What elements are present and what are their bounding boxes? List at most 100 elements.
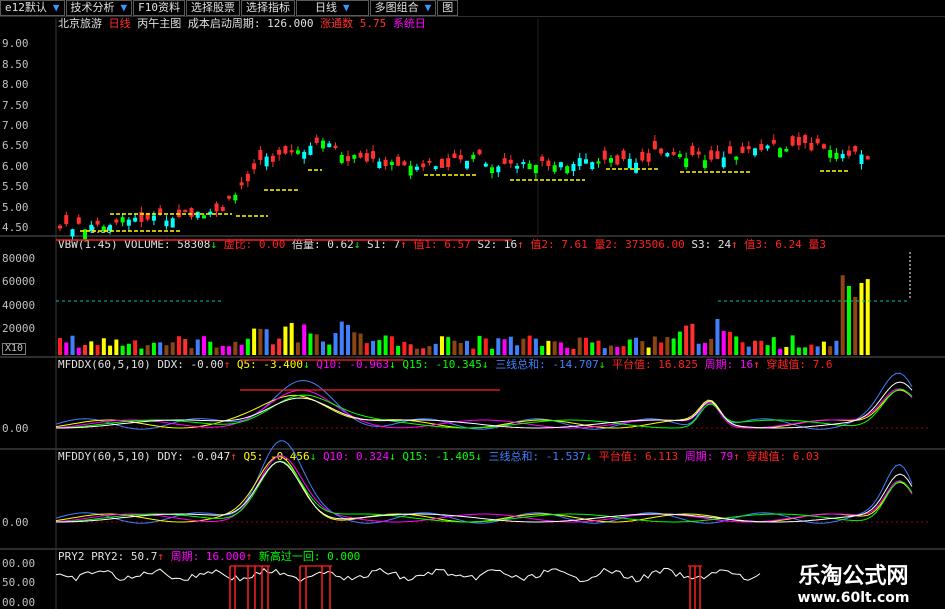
volume-bar <box>364 343 369 355</box>
candle-body <box>527 163 532 170</box>
volume-bar <box>302 324 307 355</box>
volume-bar <box>646 347 651 355</box>
indicator-line <box>55 455 913 523</box>
volume-bar <box>414 348 419 355</box>
candle-body <box>402 161 407 166</box>
volume-bar <box>652 336 657 355</box>
candle-body <box>70 229 75 237</box>
candle-body <box>195 211 200 218</box>
candle-body <box>784 148 789 152</box>
candle-body <box>665 153 670 157</box>
volume-bar <box>145 345 150 355</box>
volume-bar <box>64 342 69 355</box>
candle-body <box>652 140 657 150</box>
candle-body <box>865 156 870 160</box>
candle-body <box>615 155 620 165</box>
candle-body <box>853 146 858 152</box>
candle-body <box>452 153 457 158</box>
volume-bar <box>821 341 826 355</box>
candle-body <box>502 158 507 164</box>
candle-body <box>227 196 232 199</box>
candle-body <box>846 150 851 156</box>
volume-bar <box>377 340 382 355</box>
volume-bar <box>552 341 557 355</box>
volume-bar <box>684 325 689 355</box>
volume-bar <box>596 340 601 355</box>
candle-body <box>721 157 726 168</box>
volume-bar <box>809 344 814 355</box>
candle-body <box>465 160 469 169</box>
watermark-title: 乐淘公式网 <box>798 564 909 589</box>
candle-body <box>558 162 563 168</box>
volume-bar <box>634 337 639 355</box>
candle-body <box>421 163 426 168</box>
candle-body <box>803 135 808 143</box>
volume-bar <box>314 334 319 355</box>
candle-body <box>746 146 751 150</box>
candle-body <box>815 138 820 144</box>
volume-bar <box>333 333 338 355</box>
candle-body <box>571 163 576 172</box>
volume-bar <box>571 348 576 355</box>
candle-body <box>490 167 495 174</box>
candle-body <box>126 219 131 226</box>
volume-bar <box>308 333 313 355</box>
volume-bar <box>70 335 75 355</box>
volume-bar <box>295 342 300 355</box>
candle-body <box>333 145 338 148</box>
volume-bar <box>233 341 238 355</box>
volume-bar <box>252 328 257 355</box>
volume-bar <box>759 340 764 355</box>
candle-body <box>58 225 62 229</box>
candle-body <box>258 150 263 160</box>
volume-bar <box>427 346 432 355</box>
volume-bar <box>383 335 388 355</box>
candle-body <box>859 154 864 165</box>
volume-bar <box>746 346 751 355</box>
candle-body <box>295 150 300 154</box>
candle-body <box>540 156 545 162</box>
candle-body <box>408 165 413 176</box>
candle-body <box>602 150 607 160</box>
candle-body <box>239 182 244 186</box>
candle-body <box>834 152 839 159</box>
volume-bar <box>151 342 156 355</box>
volume-bar <box>659 342 664 355</box>
candle-body <box>740 146 745 153</box>
volume-bar <box>702 342 707 355</box>
candle-body <box>759 143 764 151</box>
candle-body <box>108 225 113 231</box>
candle-body <box>828 150 833 158</box>
volume-bar <box>621 346 626 355</box>
volume-bar <box>114 339 119 355</box>
indicator-line <box>55 455 913 523</box>
candle-body <box>151 215 156 221</box>
volume-bar <box>264 329 269 355</box>
watermark: 乐淘公式网 www.60lt.com <box>762 556 945 609</box>
volume-bar <box>283 326 288 355</box>
candle-body <box>483 163 488 167</box>
volume-bar <box>840 275 845 355</box>
candle-body <box>64 215 69 225</box>
candle-body <box>521 162 526 165</box>
candle-body <box>283 146 288 154</box>
volume-bar <box>371 340 376 355</box>
volume-bar <box>195 339 200 355</box>
candle-body <box>302 151 307 159</box>
candle-body <box>289 150 294 153</box>
candle-body <box>120 217 125 223</box>
candle-body <box>659 148 664 154</box>
volume-bar <box>139 348 144 355</box>
volume-bar <box>590 342 595 355</box>
candle-body <box>364 153 369 162</box>
volume-bar <box>58 337 62 355</box>
volume-bar <box>358 333 363 355</box>
candle-body <box>264 156 269 167</box>
chart-canvas[interactable] <box>0 0 945 609</box>
volume-bar <box>389 336 394 355</box>
candle-body <box>233 194 238 201</box>
candle-body <box>252 163 257 170</box>
volume-bar <box>490 348 495 355</box>
candle-body <box>314 137 319 143</box>
volume-bar <box>320 341 325 355</box>
